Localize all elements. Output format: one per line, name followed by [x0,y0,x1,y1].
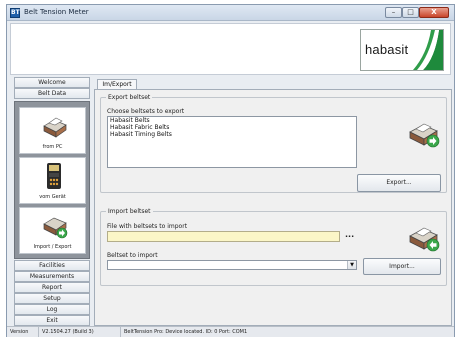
beltset-export-list[interactable]: Habasit Belts Habasit Fabric Belts Habas… [107,116,357,168]
list-item[interactable]: Habasit Timing Belts [108,131,356,138]
import-file-label: File with beltsets to import [107,223,188,230]
export-printer-icon [409,123,440,148]
list-item[interactable]: Habasit Fabric Belts [108,124,356,131]
sidebar-item-setup[interactable]: Setup [14,293,90,304]
beltset-import-label: Beltset to import [107,252,158,259]
status-version-value: V2.1504.27 (Build 3) [39,327,121,337]
logo-swoosh-icon [413,30,443,70]
sidebar-item-welcome[interactable]: Welcome [14,77,90,88]
tile-label: from PC [42,144,63,150]
device-icon [47,163,61,189]
app-window: BT Belt Tension Meter – □ X habasit Welc… [6,4,455,337]
sidebar-item-belt-data[interactable]: Belt Data [14,88,90,99]
browse-button[interactable]: ... [345,230,354,239]
tile-label: vom Gerät [39,194,66,200]
import-button[interactable]: Import... [363,258,441,275]
import-group: Import beltset File with beltsets to imp… [100,208,447,286]
sidebar-item-log[interactable]: Log [14,304,90,315]
title-bar[interactable]: BT Belt Tension Meter – □ X [7,5,454,21]
beltset-import-dropdown[interactable]: ▼ [107,260,357,270]
status-version-label: Version [7,327,39,337]
printer-icon [43,117,67,138]
status-bar: Version V2.1504.27 (Build 3) BeltTension… [7,326,454,337]
app-icon: BT [10,8,20,18]
belt-data-panel: from PC vom Gerät Import / Export [14,101,90,259]
export-button[interactable]: Export... [357,174,441,192]
habasit-logo: habasit [360,29,444,71]
list-item[interactable]: Habasit Belts [108,117,356,124]
import-file-field[interactable] [107,231,340,242]
tile-import-export[interactable]: Import / Export [19,207,86,254]
sidebar-item-measurements[interactable]: Measurements [14,271,90,282]
sidebar-item-exit[interactable]: Exit [14,315,90,326]
import-group-title: Import beltset [106,208,153,215]
printer-export-icon [43,217,68,239]
tile-label: Import / Export [33,244,72,250]
chevron-down-icon[interactable]: ▼ [347,261,356,269]
im-export-panel: Export beltset Choose beltsets to export… [94,89,452,326]
logo-text: habasit [365,42,409,57]
import-printer-icon [409,227,440,252]
tile-vom-geraet[interactable]: vom Gerät [19,157,86,204]
header-banner: habasit [10,23,451,75]
choose-beltsets-label: Choose beltsets to export [107,108,185,115]
tile-from-pc[interactable]: from PC [19,107,86,154]
window-title: Belt Tension Meter [24,8,89,16]
sidebar-item-report[interactable]: Report [14,282,90,293]
sidebar-item-facilities[interactable]: Facilities [14,260,90,271]
maximize-button[interactable]: □ [402,7,419,18]
sidebar: Welcome Belt Data from PC vom Gerät Impo… [14,77,90,327]
export-group: Export beltset Choose beltsets to export… [100,94,447,193]
status-message: BeltTension Pro: Device located. ID: 0 P… [124,329,248,335]
content-area: Im/Export Export beltset Choose beltsets… [94,79,452,326]
close-button[interactable]: X [419,7,449,18]
minimize-button[interactable]: – [385,7,402,18]
export-group-title: Export beltset [106,94,153,101]
